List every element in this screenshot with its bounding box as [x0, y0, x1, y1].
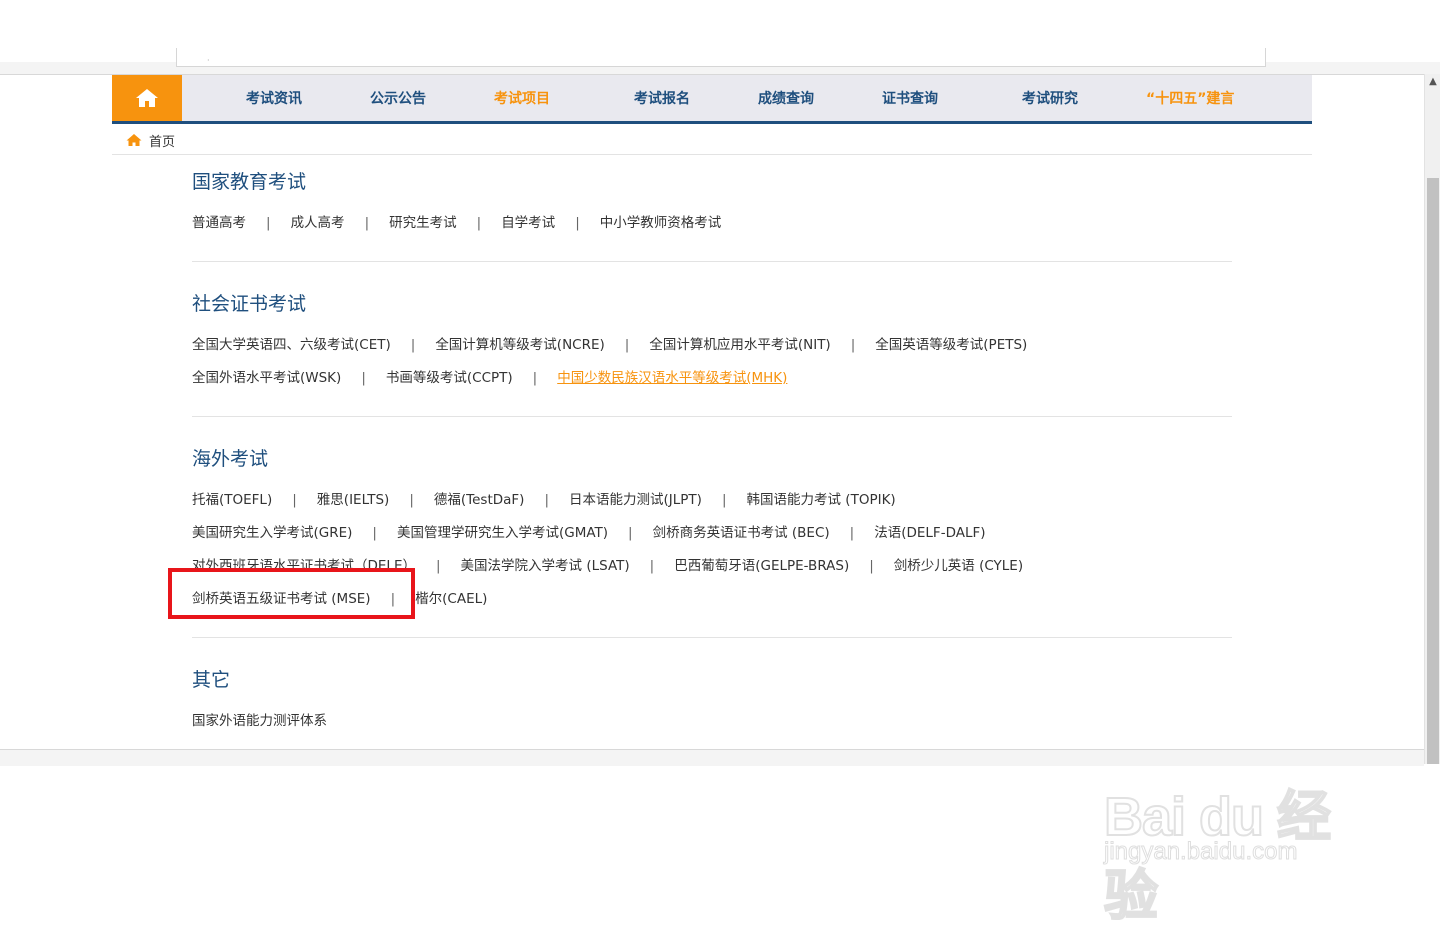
separator: |: [532, 370, 538, 386]
nav-item-notices[interactable]: 公示公告: [370, 75, 426, 121]
section-title-certificate-exams: 社会证书考试: [192, 294, 307, 315]
watermark-url: jingyan.baidu.com: [1103, 838, 1298, 866]
nav-item-certificate-query[interactable]: 证书查询: [882, 75, 938, 121]
exam-link-hovered[interactable]: 中国少数民族汉语水平等级考试(MHK): [557, 370, 787, 386]
separator: |: [435, 558, 441, 574]
separator: |: [575, 215, 580, 231]
separator: |: [266, 215, 271, 231]
exam-link[interactable]: 日本语能力测试(JLPT): [569, 492, 702, 508]
separator: |: [372, 525, 377, 541]
exam-link[interactable]: 剑桥商务英语证书考试 (BEC): [653, 525, 830, 541]
link-row: 托福(TOEFL) | 雅思(IELTS) | 德福(TestDaF) | 日本语能力测试(…: [192, 488, 896, 508]
exam-link[interactable]: 全国外语水平考试(WSK): [192, 370, 341, 386]
exam-link[interactable]: 法语(DELF-DALF): [874, 525, 985, 541]
exam-link[interactable]: 中小学教师资格考试: [600, 215, 722, 231]
exam-link[interactable]: 巴西葡萄牙语(GELPE-BRAS): [674, 558, 849, 574]
separator: |: [361, 370, 366, 386]
nav-item-score-query[interactable]: 成绩查询: [758, 75, 814, 121]
nav-home-button[interactable]: [112, 75, 182, 121]
exam-link[interactable]: 自学考试: [501, 215, 555, 231]
exam-link[interactable]: 全国英语等级考试(PETS): [875, 337, 1027, 353]
section-divider: [192, 637, 1232, 638]
separator: |: [869, 558, 874, 574]
separator: |: [628, 525, 633, 541]
separator: |: [624, 337, 630, 353]
separator: |: [364, 215, 370, 231]
scrollbar-thumb[interactable]: [1427, 178, 1439, 764]
exam-link[interactable]: 韩国语能力考试 (TOPIK): [747, 492, 896, 508]
exam-link[interactable]: 美国管理学研究生入学考试(GMAT): [397, 525, 608, 541]
separator: |: [649, 558, 655, 574]
exam-link[interactable]: 雅思(IELTS): [317, 492, 390, 508]
exam-link[interactable]: 剑桥少儿英语 (CYLE): [894, 558, 1023, 574]
section-title-other: 其它: [192, 670, 231, 691]
separator: |: [476, 215, 482, 231]
nav-item-research[interactable]: 考试研究: [1022, 75, 1078, 121]
separator: |: [410, 337, 416, 353]
main-nav: 考试资讯 公示公告 考试项目 考试报名 成绩查询 证书查询 考试研究 “十四五”…: [112, 75, 1312, 124]
exam-link[interactable]: 美国研究生入学考试(GRE): [192, 525, 352, 541]
separator: |: [850, 337, 856, 353]
separator: |: [292, 492, 297, 508]
link-row: 国家外语能力测评体系: [192, 709, 327, 729]
exam-link[interactable]: 全国计算机应用水平考试(NIT): [649, 337, 830, 353]
section-title-overseas-exams: 海外考试: [192, 449, 269, 470]
chevron-up-icon[interactable]: ▲: [1425, 74, 1440, 90]
link-row: 普通高考 | 成人高考 | 研究生考试 | 自学考试 | 中小学教师资格考试: [192, 211, 721, 231]
section-divider: [192, 261, 1232, 262]
section-divider: [192, 416, 1232, 417]
exam-link[interactable]: 成人高考: [291, 215, 345, 231]
exam-link[interactable]: 托福(TOEFL): [192, 492, 272, 508]
header-search-box[interactable]: ·: [176, 48, 1266, 67]
section-title-national-exams: 国家教育考试: [192, 172, 307, 193]
exam-link[interactable]: 研究生考试: [389, 215, 457, 231]
exam-link[interactable]: 国家外语能力测评体系: [192, 713, 327, 729]
nav-item-news[interactable]: 考试资讯: [246, 75, 302, 121]
separator: |: [544, 492, 550, 508]
separator: |: [409, 492, 414, 508]
exam-link[interactable]: 全国计算机等级考试(NCRE): [435, 337, 604, 353]
breadcrumb: 首页: [112, 124, 1312, 155]
exam-link[interactable]: 普通高考: [192, 215, 246, 231]
exam-link[interactable]: 德福(TestDaF): [434, 492, 525, 508]
breadcrumb-home-link[interactable]: 首页: [149, 131, 175, 150]
nav-item-suggestions[interactable]: “十四五”建言: [1146, 75, 1234, 121]
exam-link[interactable]: 美国法学院入学考试 (LSAT): [461, 558, 630, 574]
exam-link[interactable]: 全国大学英语四、六级考试(CET): [192, 337, 391, 353]
link-row: 全国大学英语四、六级考试(CET) | 全国计算机等级考试(NCRE) | 全国计算机应…: [192, 333, 1027, 353]
link-row: 全国外语水平考试(WSK) | 书画等级考试(CCPT) | 中国少数民族汉语水平等级考…: [192, 366, 787, 386]
nav-item-registration[interactable]: 考试报名: [634, 75, 690, 121]
exam-link[interactable]: 楷尔(CAEL): [415, 591, 487, 607]
home-icon: [136, 89, 158, 107]
exam-link[interactable]: 书画等级考试(CCPT): [386, 370, 513, 386]
baidu-watermark: Bai du 经验 jingyan.baidu.com: [1103, 742, 1374, 927]
link-row: 美国研究生入学考试(GRE) | 美国管理学研究生入学考试(GMAT) | 剑桥商务英语…: [192, 521, 986, 541]
nav-item-exam-projects[interactable]: 考试项目: [494, 75, 550, 121]
separator: |: [849, 525, 855, 541]
vertical-scrollbar[interactable]: ▲: [1424, 74, 1440, 764]
home-icon: [126, 134, 142, 146]
highlight-annotation-box: [168, 568, 415, 619]
separator: |: [721, 492, 727, 508]
